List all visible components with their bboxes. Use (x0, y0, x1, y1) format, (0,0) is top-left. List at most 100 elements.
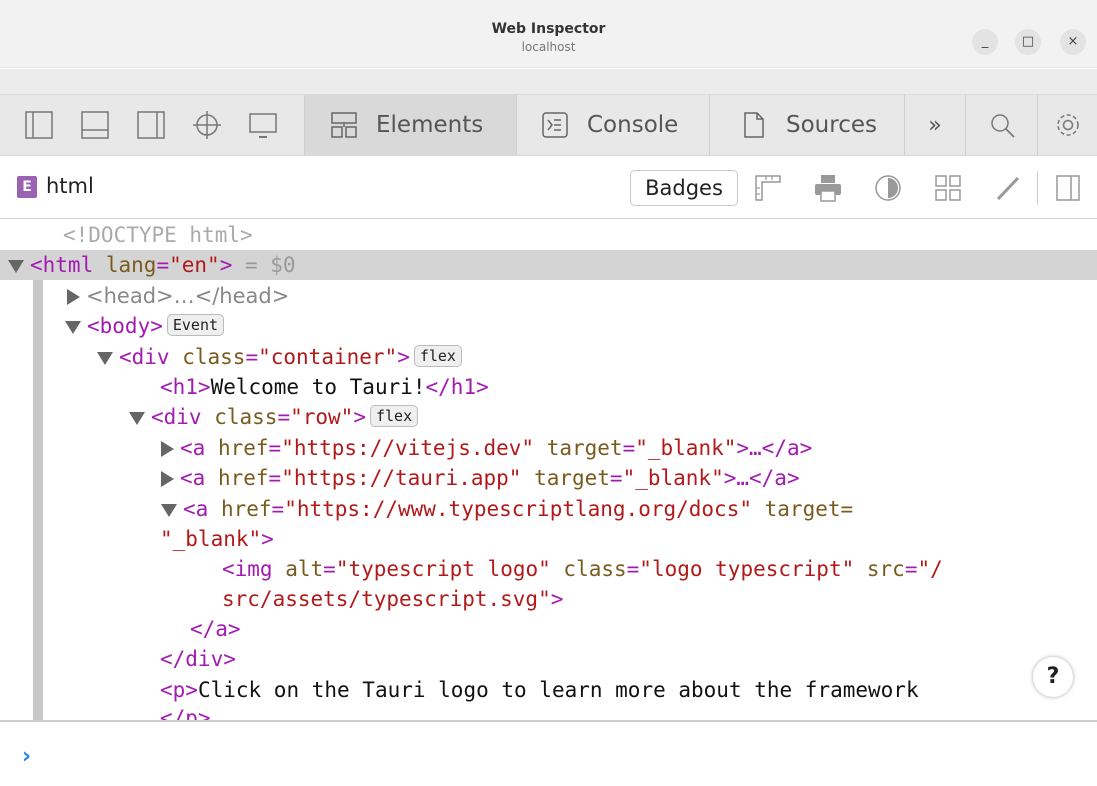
console-icon (542, 112, 568, 138)
tag-name: <img (222, 557, 273, 581)
attr-value: "_blank" (622, 466, 724, 490)
minimize-button[interactable]: _ (972, 29, 998, 55)
appearance-icon[interactable] (872, 172, 904, 204)
tag-end: > (397, 345, 410, 369)
tree-node-h1[interactable]: <h1>Welcome to Tauri!</h1> (160, 372, 489, 402)
inspector-toolbar: Elements Console Sources » (0, 95, 1097, 156)
tree-node-a-tauri[interactable]: <a href="https://tauri.app" target="_bla… (161, 463, 800, 493)
tree-node-html[interactable]: <html lang="en"> = $0 (0, 250, 1097, 280)
disclosure-arrow-icon[interactable] (8, 259, 24, 273)
tree-node-head[interactable]: <head>…</head> (67, 281, 289, 311)
doctype-text: <!DOCTYPE html> (63, 223, 253, 247)
console-prompt-area[interactable]: › (0, 720, 1097, 786)
disclosure-arrow-icon[interactable] (161, 441, 174, 457)
attr-value: src/assets/typescript.svg" (222, 587, 551, 611)
breadcrumb-divider (1037, 171, 1038, 205)
tag-end: >…</a> (736, 436, 813, 460)
ruler-icon[interactable] (752, 172, 784, 204)
attr-value: "https://www.typescriptlang.org/docs" (284, 497, 752, 521)
attr-name: target= (764, 497, 854, 521)
tab-strip (0, 69, 1097, 95)
attr-name: href (220, 497, 272, 521)
flex-badge[interactable]: flex (413, 345, 462, 367)
event-badge[interactable]: Event (166, 314, 225, 336)
tag-name: <a (180, 466, 206, 490)
tree-node-div-close[interactable]: </div> (160, 644, 236, 674)
tree-node-img[interactable]: <img alt="typescript logo" class="logo t… (222, 554, 943, 584)
tag-end: > (353, 405, 366, 429)
tag-end: </h1> (425, 375, 489, 399)
search-icon[interactable] (987, 110, 1017, 140)
breadcrumb-html[interactable]: html (46, 174, 94, 198)
paintbrush-icon[interactable] (992, 172, 1024, 204)
tag-name: <html (30, 253, 94, 277)
attr-value: "https://vitejs.dev" (281, 436, 535, 460)
console-prompt-icon: › (22, 744, 32, 769)
window-title: Web Inspector (491, 21, 606, 37)
tag-name: <body> (87, 314, 163, 338)
badges-button[interactable]: Badges (630, 170, 738, 206)
dock-right-icon[interactable] (136, 110, 166, 140)
attr-name: lang (105, 253, 157, 277)
gear-icon[interactable] (1053, 110, 1083, 140)
tree-node-div-row[interactable]: <div class="row"> flex (129, 402, 419, 432)
disclosure-arrow-icon[interactable] (129, 411, 145, 425)
tag-name: <a (183, 497, 209, 521)
tag-end: > (219, 253, 233, 277)
tag-name: <h1> (160, 375, 211, 399)
sources-icon (744, 112, 764, 138)
more-tabs-button[interactable]: » (905, 95, 965, 155)
attr-name: class (182, 345, 246, 369)
breadcrumb-bar: E html Badges (0, 157, 1097, 219)
crosshair-icon[interactable] (192, 110, 222, 140)
tag-name: <div (151, 405, 202, 429)
tag-name: <div (119, 345, 170, 369)
tree-node-p[interactable]: <p>Click on the Tauri logo to learn more… (160, 675, 1030, 705)
element-type-badge: E (17, 176, 37, 198)
tab-label: Elements (376, 112, 484, 138)
tab-elements[interactable]: Elements (305, 95, 516, 155)
disclosure-arrow-icon[interactable] (161, 503, 177, 517)
attr-name: target (534, 466, 610, 490)
tree-node-a-close[interactable]: </a> (190, 614, 241, 644)
tree-node-a-typescript[interactable]: <a href="https://www.typescriptlang.org/… (161, 494, 853, 524)
disclosure-arrow-icon[interactable] (65, 320, 81, 334)
window-subtitle: localhost (521, 40, 576, 54)
disclosure-arrow-icon[interactable] (67, 289, 80, 305)
tag-name: <p> (160, 678, 198, 702)
maximize-button[interactable]: □ (1015, 29, 1041, 55)
tree-node-p-close[interactable]: </p> (160, 703, 211, 720)
dock-left-icon[interactable] (24, 110, 54, 140)
tab-console[interactable]: Console (517, 95, 709, 155)
sidebar-toggle-icon[interactable] (1052, 172, 1084, 204)
text-node: Click on the Tauri logo to learn more ab… (197, 678, 919, 702)
dock-bottom-icon[interactable] (80, 110, 110, 140)
attr-value: "https://tauri.app" (281, 466, 522, 490)
device-icon[interactable] (248, 110, 278, 140)
attr-name: target (546, 436, 623, 460)
help-button[interactable]: ? (1033, 657, 1073, 697)
tab-sources[interactable]: Sources (710, 95, 904, 155)
disclosure-arrow-icon[interactable] (161, 471, 174, 487)
disclosure-arrow-icon[interactable] (97, 351, 113, 365)
attr-name: href (217, 436, 269, 460)
tree-node-a-vite[interactable]: <a href="https://vitejs.dev" target="_bl… (161, 433, 812, 463)
tree-node-a-typescript-wrap: "_blank"> (160, 524, 274, 554)
flex-badge[interactable]: flex (369, 405, 419, 427)
tab-label: Console (587, 112, 679, 138)
grid-overlay-icon[interactable] (932, 172, 964, 204)
close-button[interactable]: × (1060, 29, 1086, 55)
tree-node-doctype[interactable]: <!DOCTYPE html> (63, 220, 253, 250)
attr-name: class (563, 557, 627, 581)
tag-end: >…</a> (723, 466, 800, 490)
attr-name: src (866, 557, 905, 581)
tree-node-body[interactable]: <body> Event (65, 311, 225, 341)
attr-value: "logo typescript" (639, 557, 855, 581)
attr-name: class (214, 405, 278, 429)
print-icon[interactable] (812, 172, 844, 204)
toolbar-divider (1037, 95, 1038, 155)
tree-node-div-container[interactable]: <div class="container"> flex (97, 342, 462, 372)
attr-value: "en" (169, 253, 220, 277)
tag-name: <head>…</head> (86, 284, 290, 308)
toolbar-divider (965, 95, 966, 155)
